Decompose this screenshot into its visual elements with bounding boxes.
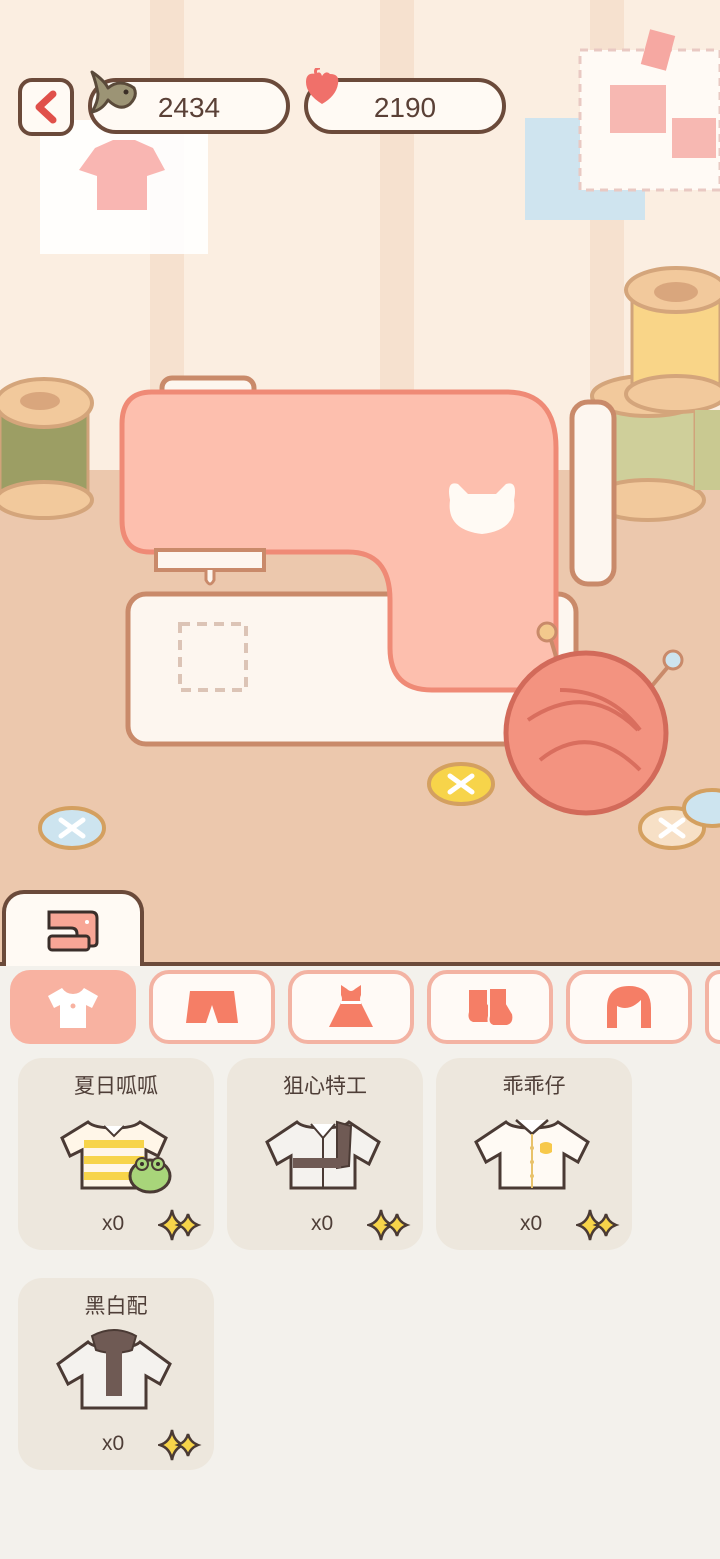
- item-count: x0: [311, 1212, 334, 1235]
- fish-count: 2434: [157, 92, 221, 123]
- tab-hair[interactable]: [566, 970, 692, 1044]
- item-count: x0: [520, 1212, 543, 1235]
- sparkle-icon: [158, 1209, 202, 1241]
- tab-dresses[interactable]: [288, 970, 414, 1044]
- sketch-paper-right: [525, 29, 720, 220]
- item-card[interactable]: 乖乖仔 x0: [436, 1058, 632, 1250]
- button-blue: [38, 806, 106, 850]
- white-shirt: [474, 1119, 590, 1190]
- sparkle-icon: [158, 1429, 202, 1461]
- hair-icon: [607, 986, 651, 1028]
- item-card[interactable]: 狙心特工 x0: [227, 1058, 423, 1250]
- shirt-icon: [48, 988, 98, 1028]
- item-name: 夏日呱呱: [74, 1074, 158, 1098]
- sparkle-icon: [367, 1209, 411, 1241]
- thread-spool-left: [0, 377, 94, 520]
- tab-bottoms[interactable]: [149, 970, 275, 1044]
- hoodie-jacket: [56, 1329, 172, 1410]
- sewing-machine-tab[interactable]: [2, 890, 144, 966]
- back-button[interactable]: [18, 78, 74, 136]
- fish-currency: 2434: [88, 70, 290, 134]
- item-name: 狙心特工: [283, 1074, 367, 1098]
- tab-tops[interactable]: [10, 970, 136, 1044]
- item-count: x0: [102, 1212, 125, 1235]
- yarn-currency: 2190: [304, 68, 506, 134]
- item-name: 黑白配: [84, 1294, 148, 1318]
- socks-icon: [468, 987, 515, 1027]
- yarn-count: 2190: [373, 92, 437, 123]
- agent-jacket: [265, 1120, 381, 1190]
- tab-more[interactable]: [705, 970, 720, 1044]
- category-tabs: [0, 970, 720, 1050]
- button-cream: [638, 788, 720, 850]
- item-name: 乖乖仔: [502, 1074, 566, 1098]
- item-card[interactable]: 夏日呱呱 x0: [18, 1058, 214, 1250]
- dress-icon: [329, 985, 373, 1027]
- workshop-scene: [0, 0, 720, 965]
- button-yellow: [427, 762, 495, 806]
- item-card[interactable]: 黑白配 x0: [18, 1278, 214, 1470]
- shorts-icon: [186, 991, 238, 1023]
- item-count: x0: [102, 1432, 125, 1455]
- chevron-left-icon: [35, 90, 57, 124]
- scene-art: [0, 29, 720, 850]
- striped-frog-shirt: [60, 1120, 172, 1194]
- sewing-machine-icon: [47, 910, 99, 952]
- tab-socks[interactable]: [427, 970, 553, 1044]
- sparkle-icon: [576, 1209, 620, 1241]
- sketch-paper-left: [40, 120, 208, 254]
